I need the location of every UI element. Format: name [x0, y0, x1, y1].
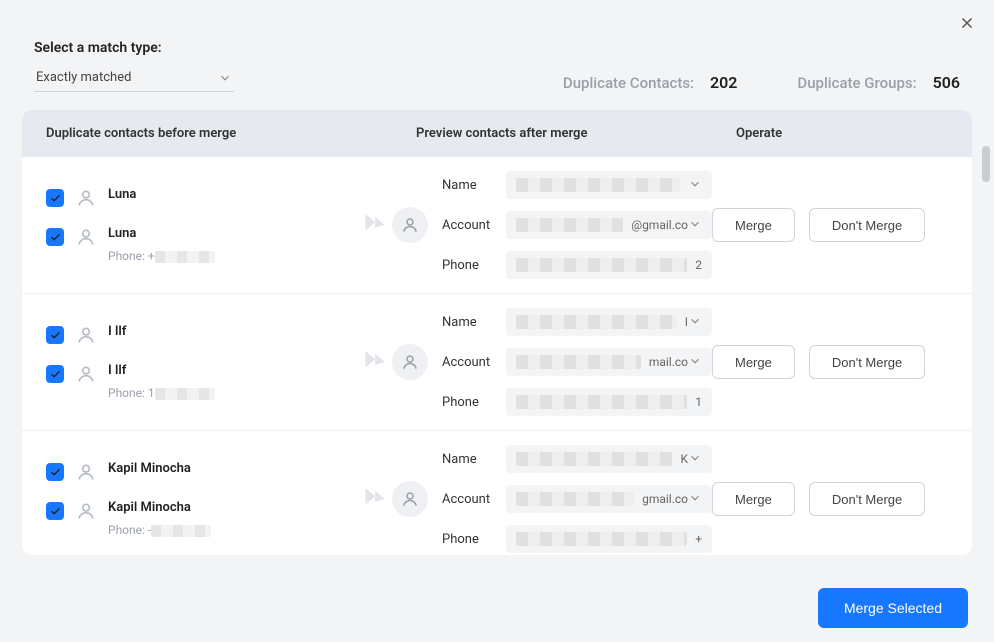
- chevron-down-icon: [688, 491, 702, 508]
- contact-checkbox[interactable]: [46, 463, 64, 481]
- dup-groups-stat: Duplicate Groups: 506: [797, 73, 960, 92]
- contact-name: Kapil Minocha: [108, 461, 191, 476]
- preview-name-field[interactable]: [506, 171, 712, 199]
- contact-checkbox[interactable]: [46, 365, 64, 383]
- dont-merge-button[interactable]: Don't Merge: [809, 345, 925, 379]
- contact-row: I llf: [46, 324, 392, 345]
- dont-merge-button[interactable]: Don't Merge: [809, 208, 925, 242]
- contact-row: Luna Phone: +: [46, 226, 392, 263]
- merge-selected-button[interactable]: Merge Selected: [818, 588, 968, 628]
- preview-avatar: [392, 207, 428, 243]
- merge-button[interactable]: Merge: [712, 208, 795, 242]
- preview-phone-label: Phone: [442, 258, 498, 273]
- dup-contacts-stat: Duplicate Contacts: 202: [563, 73, 738, 92]
- col-header-preview: Preview contacts after merge: [416, 126, 736, 141]
- contact-name: Luna: [108, 187, 136, 202]
- contact-phone: Phone: 1: [108, 386, 215, 400]
- duplicate-group: Luna Luna Phone: + Name Account @gmail.co Phon…: [22, 157, 972, 294]
- preview-name-label: Name: [442, 178, 498, 193]
- preview-name-label: Name: [442, 452, 498, 467]
- scrollbar-thumb[interactable]: [982, 146, 990, 182]
- preview-avatar: [392, 344, 428, 380]
- merge-arrow-icon: [354, 214, 388, 236]
- contact-name: Kapil Minocha: [108, 500, 211, 515]
- contact-phone: Phone: +: [108, 249, 215, 263]
- col-header-before: Duplicate contacts before merge: [46, 126, 416, 141]
- chevron-down-icon: [688, 354, 702, 371]
- chevron-down-icon: [688, 314, 702, 331]
- col-header-operate: Operate: [736, 126, 948, 141]
- chevron-down-icon: [688, 217, 702, 234]
- dont-merge-button[interactable]: Don't Merge: [809, 482, 925, 516]
- contact-checkbox[interactable]: [46, 326, 64, 344]
- preview-account-field[interactable]: gmail.co: [506, 485, 712, 513]
- dup-groups-label: Duplicate Groups:: [797, 74, 916, 92]
- contact-row: Kapil Minocha Phone: -: [46, 500, 392, 537]
- contact-row: Luna: [46, 187, 392, 208]
- chevron-down-icon: [688, 177, 702, 194]
- contact-row: Kapil Minocha: [46, 461, 392, 482]
- match-type-value: Exactly matched: [36, 70, 131, 85]
- preview-avatar: [392, 481, 428, 517]
- close-button[interactable]: [958, 14, 976, 32]
- contact-checkbox[interactable]: [46, 228, 64, 246]
- preview-name-label: Name: [442, 315, 498, 330]
- preview-phone-field: 1: [506, 388, 712, 416]
- merge-button[interactable]: Merge: [712, 482, 795, 516]
- preview-phone-label: Phone: [442, 532, 498, 547]
- chevron-down-icon: [218, 71, 232, 85]
- contact-name: Luna: [108, 226, 215, 241]
- dup-contacts-value: 202: [710, 73, 737, 92]
- person-icon: [76, 188, 96, 208]
- preview-account-field[interactable]: @gmail.co: [506, 211, 712, 239]
- contact-phone: Phone: -: [108, 523, 211, 537]
- chevron-down-icon: [688, 451, 702, 468]
- duplicate-group: I llf I llf Phone: 1 Name I Account mail.co Pho…: [22, 294, 972, 431]
- preview-account-label: Account: [442, 492, 498, 507]
- preview-phone-label: Phone: [442, 395, 498, 410]
- dup-contacts-label: Duplicate Contacts:: [563, 74, 694, 92]
- preview-account-label: Account: [442, 218, 498, 233]
- merge-button[interactable]: Merge: [712, 345, 795, 379]
- preview-phone-field: 2: [506, 251, 712, 279]
- merge-arrow-icon: [354, 351, 388, 373]
- preview-name-field[interactable]: K: [506, 445, 712, 473]
- person-icon: [76, 227, 96, 247]
- contact-checkbox[interactable]: [46, 502, 64, 520]
- person-icon: [76, 462, 96, 482]
- match-type-select[interactable]: Exactly matched: [34, 66, 234, 92]
- contact-name: I llf: [108, 324, 126, 339]
- contact-row: I llf Phone: 1: [46, 363, 392, 400]
- contact-name: I llf: [108, 363, 215, 378]
- duplicates-table: Duplicate contacts before merge Preview …: [22, 110, 972, 555]
- person-icon: [76, 364, 96, 384]
- match-type-title: Select a match type:: [34, 40, 960, 56]
- dup-groups-value: 506: [933, 73, 960, 92]
- preview-account-field[interactable]: mail.co: [506, 348, 712, 376]
- contact-checkbox[interactable]: [46, 189, 64, 207]
- person-icon: [76, 325, 96, 345]
- duplicate-group: Kapil Minocha Kapil Minocha Phone: - Name K A…: [22, 431, 972, 555]
- preview-name-field[interactable]: I: [506, 308, 712, 336]
- preview-phone-field: +: [506, 525, 712, 553]
- merge-arrow-icon: [354, 488, 388, 510]
- person-icon: [76, 501, 96, 521]
- preview-account-label: Account: [442, 355, 498, 370]
